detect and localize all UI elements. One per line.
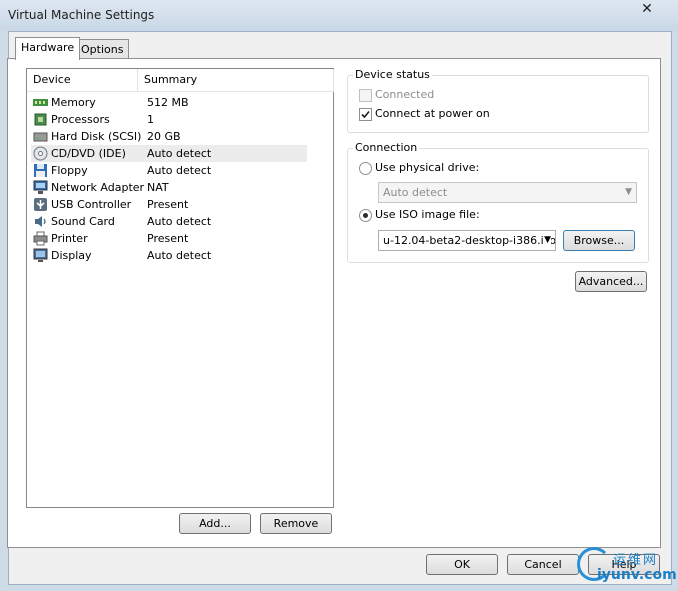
chevron-down-icon: ▼ [544, 231, 551, 250]
tab-options-label: Options [81, 43, 124, 56]
use-iso-image-label: Use ISO image file: [375, 208, 480, 221]
cd-dvd-icon [33, 146, 48, 161]
device-name: Floppy [51, 164, 88, 177]
hard-disk-icon [33, 132, 48, 142]
physical-drive-value: Auto detect [383, 186, 448, 199]
network-adapter-icon [33, 180, 48, 194]
device-name: Printer [51, 232, 88, 245]
use-physical-drive-label: Use physical drive: [375, 161, 480, 174]
device-row-memory[interactable]: Memory 512 MB [31, 94, 307, 111]
iso-image-path-combo[interactable]: u-12.04-beta2-desktop-i386.iso ▼ [378, 230, 556, 251]
watermark-logo: 运维网 iyunv.com [575, 545, 677, 585]
chevron-down-icon: ▼ [625, 187, 632, 197]
device-row-printer[interactable]: Printer Present [31, 230, 307, 247]
device-name: Network Adapter [51, 181, 145, 194]
title-bar: Virtual Machine Settings ✕ [0, 0, 678, 31]
device-summary: Present [147, 198, 189, 211]
physical-drive-select[interactable]: Auto detect ▼ [378, 182, 637, 203]
column-header-device-label: Device [33, 73, 71, 86]
column-header-summary[interactable]: Summary [138, 69, 334, 92]
device-row-display[interactable]: Display Auto detect [31, 247, 307, 264]
usb-icon [34, 198, 47, 211]
add-button[interactable]: Add... [179, 513, 251, 534]
close-icon[interactable]: ✕ [633, 0, 661, 18]
device-name: USB Controller [51, 198, 132, 211]
device-name: CD/DVD (IDE) [51, 147, 126, 160]
device-summary: Auto detect [147, 147, 212, 160]
device-name: Memory [51, 96, 96, 109]
tab-hardware-label: Hardware [21, 41, 75, 54]
device-row-usb-controller[interactable]: USB Controller Present [31, 196, 307, 213]
device-summary: Auto detect [147, 164, 212, 177]
column-header-device[interactable]: Device [27, 69, 138, 92]
column-header-summary-label: Summary [144, 73, 198, 86]
sound-card-icon [35, 216, 46, 227]
watermark-cn-text: 运维网 [613, 553, 659, 568]
tab-hardware[interactable]: Hardware [15, 37, 81, 60]
tab-options[interactable]: Options [75, 39, 130, 60]
device-status-title: Device status [353, 68, 432, 81]
device-name: Processors [51, 113, 110, 126]
device-summary: Auto detect [147, 249, 212, 262]
device-list[interactable]: Device Summary Memory 512 MB Processors … [26, 68, 334, 508]
printer-icon [33, 231, 48, 246]
device-summary: Present [147, 232, 189, 245]
cancel-button[interactable]: Cancel [507, 554, 579, 575]
device-status-group [347, 75, 649, 133]
device-row-processors[interactable]: Processors 1 [31, 111, 307, 128]
device-name: Display [51, 249, 92, 262]
device-summary: NAT [147, 181, 169, 194]
radio-selected-dot [363, 213, 368, 218]
processor-icon [34, 113, 47, 126]
connected-checkbox[interactable] [359, 89, 372, 102]
connect-at-power-on-label: Connect at power on [375, 107, 490, 120]
connect-at-power-on-checkbox[interactable] [359, 108, 372, 121]
floppy-icon [34, 164, 47, 177]
device-summary: 20 GB [147, 130, 181, 143]
display-icon [33, 248, 48, 262]
device-summary: 512 MB [147, 96, 189, 109]
device-name: Hard Disk (SCSI) [51, 130, 142, 143]
ok-button[interactable]: OK [426, 554, 498, 575]
checkmark-icon [361, 110, 370, 119]
advanced-button[interactable]: Advanced... [575, 271, 647, 292]
use-iso-image-radio[interactable] [359, 209, 372, 222]
remove-button[interactable]: Remove [260, 513, 332, 534]
device-row-sound-card[interactable]: Sound Card Auto detect [31, 213, 307, 230]
device-summary: 1 [147, 113, 154, 126]
use-physical-drive-radio[interactable] [359, 162, 372, 175]
watermark-en-text: iyunv.com [597, 567, 677, 583]
window-title: Virtual Machine Settings [8, 8, 155, 22]
device-row-hard-disk[interactable]: Hard Disk (SCSI) 20 GB [31, 128, 307, 145]
device-row-cd-dvd[interactable]: CD/DVD (IDE) Auto detect [31, 145, 307, 162]
device-name: Sound Card [51, 215, 115, 228]
device-row-network-adapter[interactable]: Network Adapter NAT [31, 179, 307, 196]
device-summary: Auto detect [147, 215, 212, 228]
browse-button[interactable]: Browse... [563, 230, 635, 251]
memory-icon [33, 99, 48, 106]
iso-image-path-value: u-12.04-beta2-desktop-i386.iso [383, 234, 556, 247]
device-row-floppy[interactable]: Floppy Auto detect [31, 162, 307, 179]
connection-title: Connection [353, 141, 420, 154]
connected-label: Connected [375, 88, 435, 101]
